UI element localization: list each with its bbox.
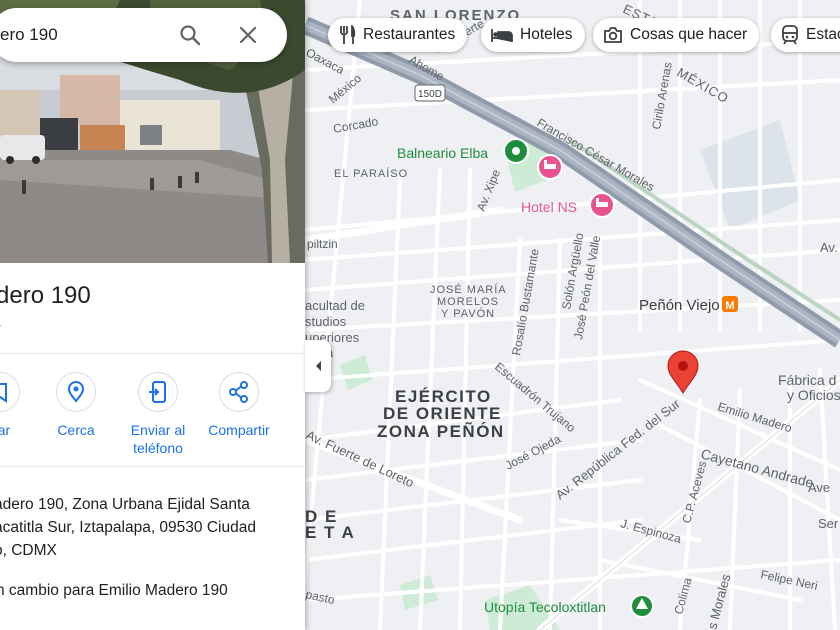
utopia-label: Utopía Tecoloxtitlan (484, 599, 606, 615)
poi-label-fabrica-1: Fábrica d (778, 372, 836, 388)
chevron-left-icon (316, 361, 321, 371)
share-icon (229, 381, 248, 403)
address-line-1: adero 190, Zona Urbana Ejidal Santa (0, 496, 250, 513)
place-panel: ero 190 dero 190 · dar Cerca (0, 0, 305, 630)
search-icon[interactable] (178, 23, 202, 47)
address-line-2: acatitla Sur, Iztapalapa, 09530 Ciudad (0, 519, 256, 536)
phone-send-icon (149, 381, 166, 403)
action-send-label-2: teléfono (133, 440, 183, 456)
close-icon[interactable] (236, 23, 260, 47)
chip-estaciones-label: Estac (806, 26, 840, 43)
poi-label-fabrica-2: y Oficios (787, 387, 840, 403)
action-share-button[interactable]: Compartir (197, 372, 281, 439)
svg-text:M: M (725, 300, 734, 312)
transit-icon (782, 25, 798, 45)
poi-label-facultad-2: studios (305, 314, 347, 329)
street-label-piltzin: piltzin (307, 237, 338, 251)
area-label-morelos: MORELOS (437, 296, 499, 308)
action-send-to-phone-button[interactable]: Enviar al teléfono (116, 372, 200, 457)
divider-top (0, 353, 305, 354)
address-line-3: o, CDMX (0, 542, 57, 559)
balneario-elba-label: Balneario Elba (397, 145, 488, 161)
chip-hoteles[interactable]: Hoteles (481, 18, 585, 52)
area-label-el-paraiso: EL PARAÍSO (334, 167, 408, 180)
action-nearby-button[interactable]: Cerca (34, 372, 118, 439)
chip-cosas-label: Cosas que hacer (630, 26, 748, 43)
divider-mid (0, 466, 305, 467)
camera-icon (604, 27, 622, 43)
chip-hoteles-label: Hoteles (520, 26, 573, 43)
fork-knife-icon (340, 25, 356, 44)
nearby-icon (67, 381, 85, 403)
chip-restaurantes[interactable]: Restaurantes (328, 18, 468, 52)
penon-viejo-label: Peñón Viejo (639, 297, 720, 314)
chip-cosas-que-hacer[interactable]: Cosas que hacer (593, 18, 760, 52)
collapse-panel-button[interactable] (305, 340, 331, 392)
area-label-de-oriente: DE ORIENTE (383, 404, 502, 423)
place-title: dero 190 (0, 282, 91, 309)
action-nearby-label: Cerca (57, 422, 95, 438)
street-label-ave: Ave (808, 480, 830, 495)
street-label-av: Av. (820, 240, 838, 255)
action-share-label: Compartir (208, 422, 270, 438)
chip-estaciones[interactable]: Estac (771, 18, 840, 52)
place-subtitle: · (0, 318, 2, 332)
area-label-y-pavon: Y PAVÓN (441, 307, 495, 320)
area-label-jose-maria: JOSÉ MARÍA (430, 283, 507, 296)
search-box[interactable]: ero 190 (0, 8, 287, 62)
bed-icon (491, 29, 513, 42)
area-label-zona-penon: ZONA PEÑÓN (377, 421, 505, 441)
suggest-edit-link[interactable]: n cambio para Emilio Madero 190 (0, 582, 228, 600)
penon-viejo-metro-marker[interactable]: Peñón Viejo M (639, 296, 738, 314)
hotel-marker-1[interactable] (537, 154, 563, 180)
hotel-ns-label: Hotel NS (521, 199, 577, 215)
bookmark-icon (0, 383, 7, 403)
highway-shield-label: 150D (418, 89, 442, 100)
search-input[interactable]: ero 190 (0, 25, 58, 45)
address-text[interactable]: adero 190, Zona Urbana Ejidal Santa acat… (0, 493, 294, 562)
chip-restaurantes-label: Restaurantes (363, 26, 456, 43)
action-send-label: Enviar al (130, 422, 186, 438)
poi-label-facultad-1: acultad de (305, 298, 365, 313)
area-label-eta: E T A (305, 523, 355, 542)
street-label-ser: Ser (818, 516, 839, 531)
